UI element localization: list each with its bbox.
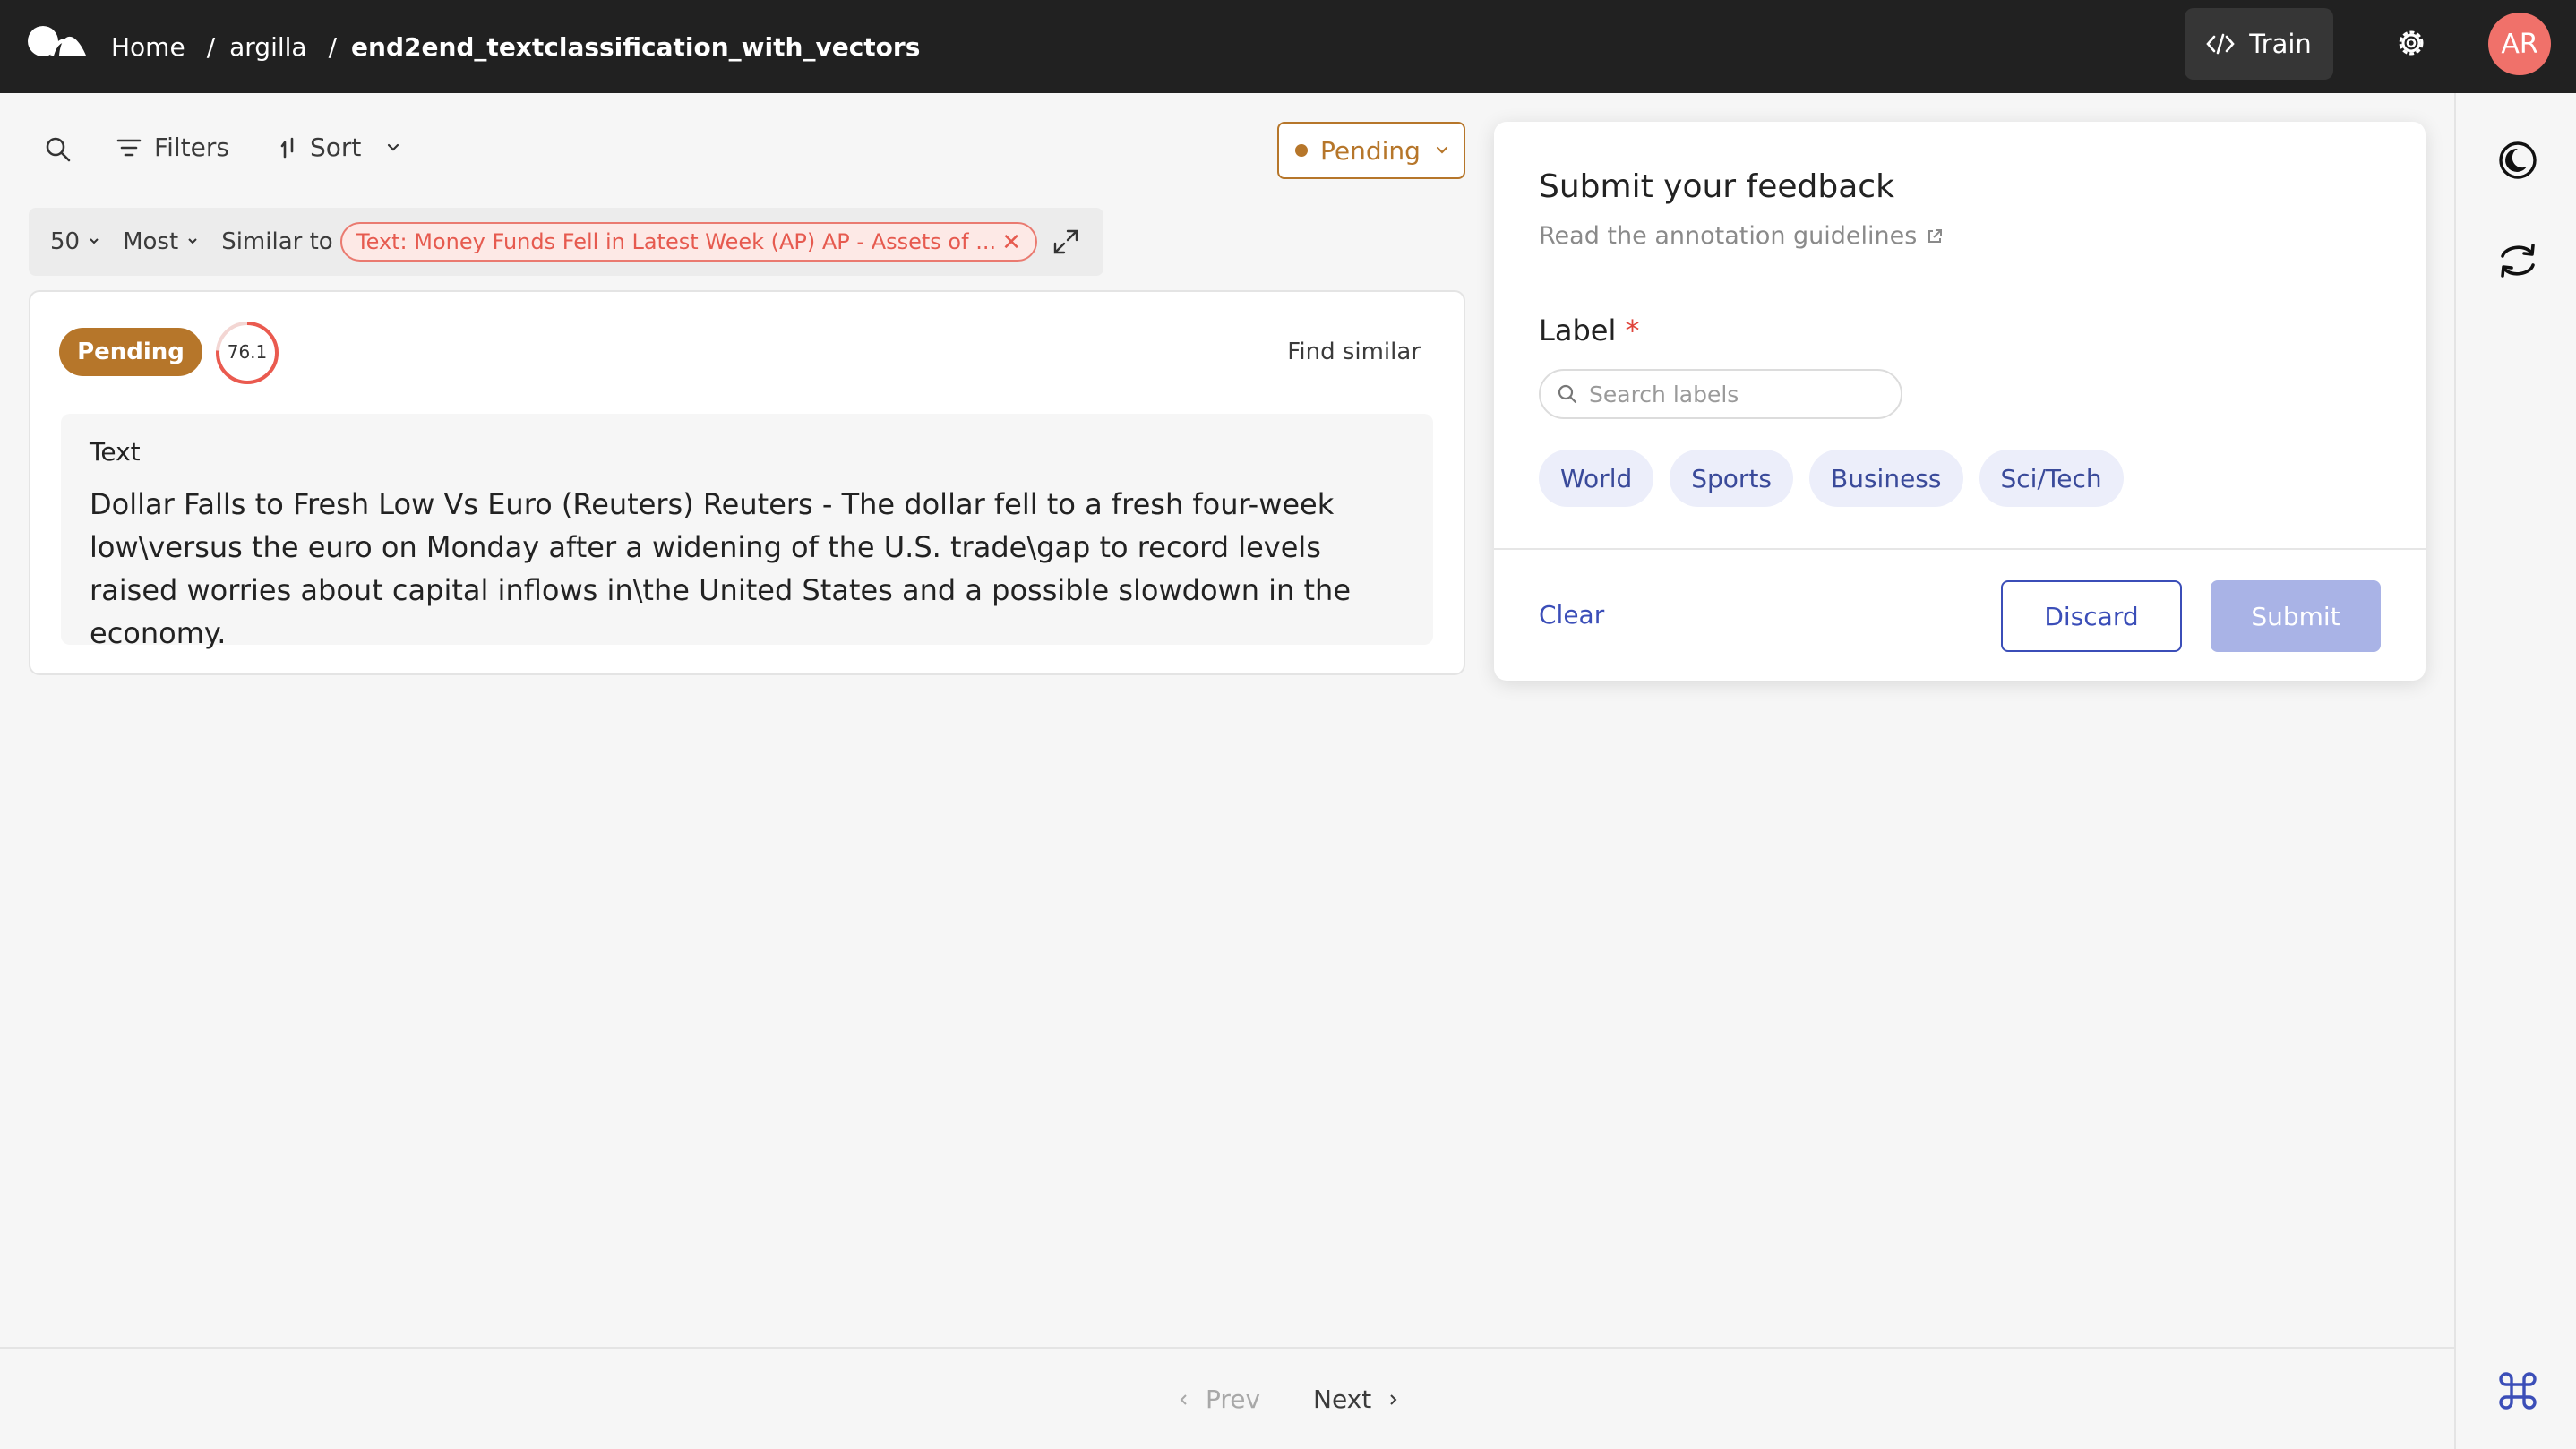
- breadcrumb: Home / argilla / end2end_textclassificat…: [111, 0, 920, 93]
- chevron-left-icon: [1180, 1393, 1187, 1405]
- label-option-business[interactable]: Business: [1809, 450, 1963, 507]
- search-icon: [1558, 384, 1577, 404]
- breadcrumb-separator: /: [328, 31, 338, 62]
- command-icon[interactable]: [2497, 1370, 2538, 1411]
- label-option-scitech[interactable]: Sci/Tech: [1979, 450, 2124, 507]
- avatar[interactable]: AR: [2488, 13, 2551, 75]
- search-labels-input[interactable]: [1589, 381, 1876, 407]
- status-badge: Pending: [59, 328, 202, 376]
- search-labels-box: [1539, 369, 1902, 419]
- field-text: Dollar Falls to Fresh Low Vs Euro (Reute…: [90, 487, 1351, 650]
- record-card: Pending 76.1 Find similar Text Dollar Fa…: [29, 290, 1465, 675]
- filter-icon: [116, 139, 142, 156]
- prev-label: Prev: [1206, 1385, 1261, 1414]
- similar-to-label: Similar to: [221, 228, 333, 255]
- status-filter-select[interactable]: Pending: [1277, 122, 1465, 179]
- status-dot: [1295, 144, 1308, 157]
- field-title: Text: [90, 437, 141, 467]
- filters-button[interactable]: Filters: [116, 133, 229, 162]
- label-question-title: Label *: [1539, 313, 1640, 347]
- expand-icon[interactable]: [1052, 227, 1080, 256]
- breadcrumb-home[interactable]: Home: [111, 32, 185, 62]
- divider: [1494, 548, 2426, 550]
- breadcrumb-workspace[interactable]: argilla: [229, 32, 306, 62]
- label-option-sports[interactable]: Sports: [1670, 450, 1794, 507]
- submit-button[interactable]: Submit: [2211, 580, 2381, 652]
- guidelines-link[interactable]: Read the annotation guidelines: [1539, 222, 1944, 250]
- similarity-count: 50: [50, 228, 81, 255]
- feedback-panel: Submit your feedback Read the annotation…: [1494, 122, 2426, 681]
- find-similar-button[interactable]: Find similar: [1287, 339, 1421, 365]
- similarity-order: Most: [123, 228, 179, 255]
- search-icon[interactable]: [45, 136, 72, 163]
- refresh-icon[interactable]: [2497, 240, 2538, 281]
- similarity-order-select[interactable]: Most: [123, 228, 200, 255]
- discard-button[interactable]: Discard: [2001, 580, 2182, 652]
- close-icon[interactable]: ✕: [1001, 229, 1021, 256]
- breadcrumb-separator: /: [206, 31, 216, 62]
- chevron-down-icon: [388, 143, 399, 151]
- chevron-right-icon: [1390, 1393, 1397, 1405]
- similarity-reference-chip[interactable]: Text: Money Funds Fell in Latest Week (A…: [340, 222, 1037, 262]
- external-link-icon: [1928, 228, 1943, 243]
- status-filter-value: Pending: [1320, 135, 1421, 166]
- top-bar: Home / argilla / end2end_textclassificat…: [0, 0, 2576, 93]
- prev-button[interactable]: Prev: [1179, 1385, 1260, 1414]
- sort-button[interactable]: Sort: [279, 133, 402, 162]
- required-mark: *: [1625, 313, 1640, 347]
- breadcrumb-dataset: end2end_textclassification_with_vectors: [351, 31, 921, 62]
- text-field: Text Dollar Falls to Fresh Low Vs Euro (…: [61, 414, 1433, 650]
- train-button[interactable]: Train: [2185, 8, 2333, 80]
- similarity-score: 76.1: [228, 341, 268, 363]
- panel-title: Submit your feedback: [1539, 168, 1894, 205]
- sort-label: Sort: [310, 133, 362, 162]
- sort-icon: [280, 137, 294, 158]
- guidelines-link-label: Read the annotation guidelines: [1539, 222, 1918, 250]
- label-question-text: Label: [1539, 313, 1617, 347]
- next-button[interactable]: Next: [1313, 1385, 1398, 1414]
- filters-label: Filters: [154, 133, 229, 162]
- train-label: Train: [2249, 29, 2312, 59]
- gear-icon[interactable]: [2393, 25, 2429, 61]
- clear-button[interactable]: Clear: [1539, 600, 1604, 630]
- theme-toggle-icon[interactable]: [2497, 140, 2538, 181]
- similarity-count-select[interactable]: 50: [50, 228, 101, 255]
- similarity-reference-text: Text: Money Funds Fell in Latest Week (A…: [356, 229, 997, 254]
- right-sidebar: [2454, 93, 2576, 1449]
- similarity-score-ring: 76.1: [216, 322, 279, 384]
- next-label: Next: [1313, 1385, 1372, 1414]
- code-icon: [2206, 33, 2235, 55]
- similarity-bar: 50 Most Similar to Text: Money Funds Fel…: [29, 208, 1103, 276]
- argilla-logo[interactable]: [27, 25, 88, 57]
- chevron-down-icon: [90, 238, 99, 244]
- chevron-down-icon: [188, 238, 197, 244]
- label-option-world[interactable]: World: [1539, 450, 1654, 507]
- pagination-footer: Prev Next: [0, 1347, 2454, 1449]
- chevron-down-icon: [1436, 146, 1448, 154]
- label-options: World Sports Business Sci/Tech: [1539, 450, 2124, 507]
